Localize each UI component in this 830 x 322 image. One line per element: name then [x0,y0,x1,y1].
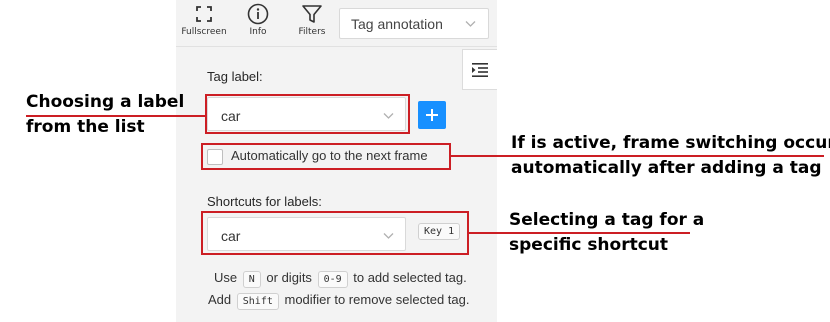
chevron-down-icon [465,21,476,27]
hint-add-tag: Use N or digits 0-9 to add selected tag. [214,270,467,288]
tag-label-heading: Tag label: [207,69,263,84]
hint-text: Use [214,270,238,285]
callout-text: specific shortcut [509,235,669,255]
shortcut-highlight [201,211,469,255]
hint-text: Add [208,292,232,307]
digits-key: 0-9 [317,271,348,288]
add-label-button[interactable] [418,101,446,129]
shortcut-callout: Selecting a tag for a specific shortcut [509,208,704,258]
menu-fold-icon [472,63,488,77]
annotation-mode-value: Tag annotation [351,16,443,32]
filters-label: Filters [298,27,326,37]
hint-text: or digits [266,270,312,285]
callout-text: automatically after adding a tag [511,158,822,178]
callout-text: from the list [26,117,145,137]
info-label: Info [249,27,267,37]
callout-text: If is active, frame switching occurs [511,133,830,153]
collapse-sidebar-button[interactable] [462,49,497,90]
shortcuts-heading: Shortcuts for labels: [207,194,322,209]
top-toolbar: Fullscreen Info Filters Tag annotation [176,0,497,47]
hint-text: modifier to remove selected tag. [284,292,470,307]
filter-icon [302,5,322,23]
label-choice-callout: Choosing a label from the list [26,90,184,140]
shift-key: Shift [236,293,279,310]
n-key: N [242,271,261,288]
filters-button[interactable]: Filters [284,3,340,45]
fullscreen-label: Fullscreen [181,27,227,37]
info-icon [247,3,269,25]
auto-next-highlight [201,143,451,170]
info-button[interactable]: Info [230,3,286,45]
auto-next-callout: If is active, frame switching occurs aut… [511,131,830,181]
fullscreen-button[interactable]: Fullscreen [176,3,232,45]
label-select-highlight [205,94,410,134]
annotation-mode-select[interactable]: Tag annotation [339,8,489,39]
hint-text: to add selected tag. [353,270,467,285]
callout-text: Choosing a label [26,92,185,112]
hint-remove-tag: Add Shift modifier to remove selected ta… [208,292,469,310]
callout-text: Selecting a tag for a [509,210,705,230]
fullscreen-icon [196,6,212,22]
